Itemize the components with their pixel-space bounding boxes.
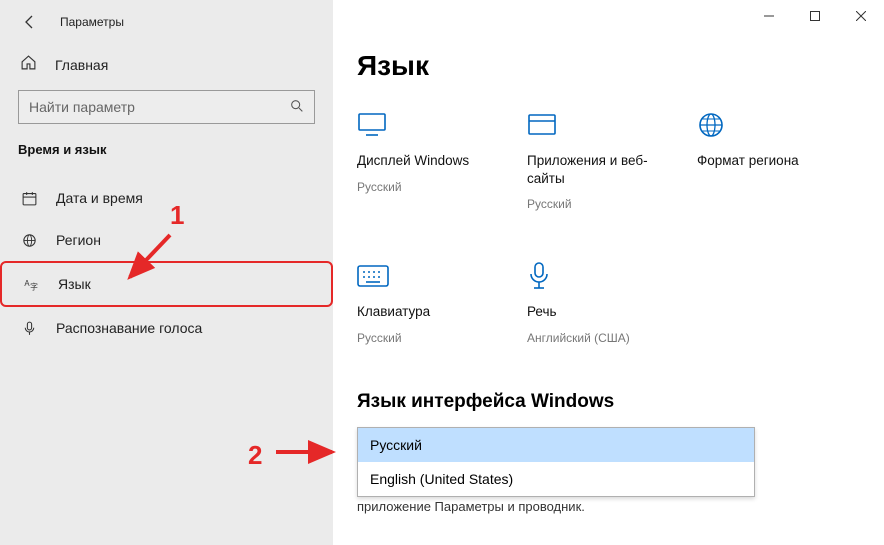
sidebar-item-region[interactable]: Регион bbox=[0, 219, 333, 261]
dropdown-option[interactable]: Русский bbox=[358, 428, 754, 462]
maximize-button[interactable] bbox=[792, 0, 838, 32]
tile-title: Приложения и веб-сайты bbox=[527, 152, 657, 187]
window-controls bbox=[746, 0, 884, 32]
sidebar-home[interactable]: Главная bbox=[0, 44, 333, 90]
tile-region-format[interactable]: Формат региона bbox=[697, 108, 827, 211]
tile-keyboard[interactable]: Клавиатура Русский bbox=[357, 259, 487, 345]
microphone-icon bbox=[527, 259, 657, 293]
tile-title: Клавиатура bbox=[357, 303, 487, 321]
window-title: Параметры bbox=[60, 15, 124, 29]
tile-speech[interactable]: Речь Английский (США) bbox=[527, 259, 657, 345]
keyboard-icon bbox=[357, 259, 487, 293]
globe-grid-icon bbox=[697, 108, 827, 142]
calendar-icon bbox=[20, 189, 38, 207]
language-icon: A字 bbox=[22, 275, 40, 293]
sidebar-item-label: Распознавание голоса bbox=[56, 320, 202, 336]
sidebar-item-language[interactable]: A字 Язык bbox=[0, 261, 333, 307]
tile-sub: Русский bbox=[357, 331, 487, 345]
tile-title: Речь bbox=[527, 303, 657, 321]
sidebar-section-title: Время и язык bbox=[0, 142, 333, 163]
sidebar-item-date-time[interactable]: Дата и время bbox=[0, 177, 333, 219]
tile-windows-display[interactable]: Дисплей Windows Русский bbox=[357, 108, 487, 211]
tile-sub: Английский (США) bbox=[527, 331, 657, 345]
minimize-button[interactable] bbox=[746, 0, 792, 32]
close-button[interactable] bbox=[838, 0, 884, 32]
nav: Дата и время Регион A字 Язык Распознавани… bbox=[0, 177, 333, 349]
window-icon bbox=[527, 108, 657, 142]
monitor-icon bbox=[357, 108, 487, 142]
tile-sub: Русский bbox=[527, 197, 657, 211]
truncated-text: приложение Параметры и проводник. bbox=[357, 497, 860, 514]
globe-icon bbox=[20, 231, 38, 249]
sidebar-item-label: Регион bbox=[56, 232, 101, 248]
sidebar-item-label: Дата и время bbox=[56, 190, 143, 206]
back-button[interactable] bbox=[18, 10, 42, 34]
tile-sub: Русский bbox=[357, 180, 487, 194]
tile-apps-websites[interactable]: Приложения и веб-сайты Русский bbox=[527, 108, 657, 211]
titlebar: Параметры bbox=[0, 0, 333, 44]
dropdown-option[interactable]: English (United States) bbox=[358, 462, 754, 496]
search-input[interactable] bbox=[18, 90, 315, 124]
display-language-dropdown[interactable]: Русский English (United States) bbox=[357, 427, 755, 497]
tile-title: Дисплей Windows bbox=[357, 152, 487, 170]
tiles: Дисплей Windows Русский Приложения и веб… bbox=[357, 108, 860, 345]
search-icon bbox=[289, 98, 305, 119]
svg-text:字: 字 bbox=[30, 281, 38, 291]
sidebar: Параметры Главная Время и язык Дата и вр… bbox=[0, 0, 333, 545]
tile-title: Формат региона bbox=[697, 152, 827, 170]
home-icon bbox=[20, 54, 37, 76]
sidebar-item-speech[interactable]: Распознавание голоса bbox=[0, 307, 333, 349]
microphone-icon bbox=[20, 319, 38, 337]
section-display-language: Язык интерфейса Windows bbox=[357, 345, 860, 427]
main-content: Язык Дисплей Windows Русский Приложения … bbox=[333, 0, 884, 545]
sidebar-item-label: Язык bbox=[58, 276, 91, 292]
sidebar-home-label: Главная bbox=[55, 57, 108, 73]
search-wrap bbox=[18, 90, 315, 124]
